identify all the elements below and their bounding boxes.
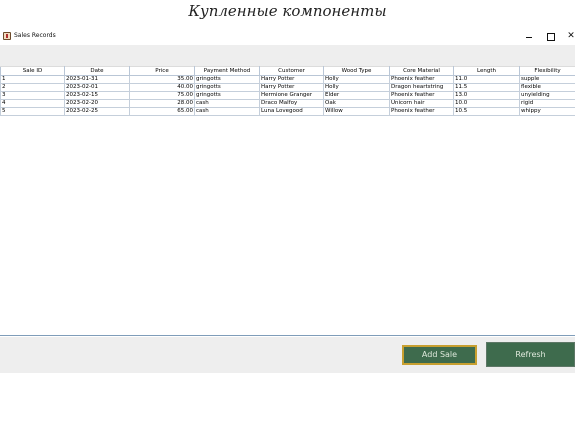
- column-header-length[interactable]: Length: [453, 66, 520, 76]
- cell-core-material[interactable]: Phoenix feather: [389, 107, 454, 116]
- cell-wood-type[interactable]: Elder: [323, 91, 390, 100]
- cell-length[interactable]: 10.5: [453, 107, 520, 116]
- cell-payment-method[interactable]: cash: [194, 107, 260, 116]
- table-row[interactable]: 4 2023-02-20 28.00 cash Draco Malfoy Oak…: [0, 99, 575, 108]
- cell-length[interactable]: 11.5: [453, 83, 520, 92]
- cell-price[interactable]: 75.00: [129, 91, 195, 100]
- window-titlebar[interactable]: Sales Records ✕: [0, 28, 575, 45]
- cell-price[interactable]: 65.00: [129, 107, 195, 116]
- table-row[interactable]: 2 2023-02-01 40.00 gringotts Harry Potte…: [0, 83, 575, 92]
- cell-wood-type[interactable]: Willow: [323, 107, 390, 116]
- cell-sale-id[interactable]: 3: [0, 91, 65, 100]
- page-heading: Купленные компоненты: [188, 2, 387, 20]
- column-header-payment-method[interactable]: Payment Method: [194, 66, 260, 76]
- column-header-core-material[interactable]: Core Material: [389, 66, 454, 76]
- cell-date[interactable]: 2023-02-01: [64, 83, 130, 92]
- column-header-date[interactable]: Date: [64, 66, 130, 76]
- app-icon: [3, 32, 11, 40]
- cell-price[interactable]: 40.00: [129, 83, 195, 92]
- table-row[interactable]: 5 2023-02-25 65.00 cash Luna Lovegood Wi…: [0, 107, 575, 116]
- refresh-button[interactable]: Refresh: [486, 342, 575, 367]
- cell-customer[interactable]: Harry Potter: [259, 75, 324, 84]
- cell-length[interactable]: 10.0: [453, 99, 520, 108]
- cell-price[interactable]: 35.00: [129, 75, 195, 84]
- cell-date[interactable]: 2023-02-25: [64, 107, 130, 116]
- add-sale-button[interactable]: Add Sale: [402, 345, 477, 365]
- cell-customer[interactable]: Hermione Granger: [259, 91, 324, 100]
- cell-payment-method[interactable]: gringotts: [194, 75, 260, 84]
- window-title: Sales Records: [14, 32, 56, 39]
- cell-sale-id[interactable]: 4: [0, 99, 65, 108]
- cell-date[interactable]: 2023-02-20: [64, 99, 130, 108]
- cell-core-material[interactable]: Phoenix feather: [389, 91, 454, 100]
- column-header-wood-type[interactable]: Wood Type: [323, 66, 390, 76]
- cell-payment-method[interactable]: gringotts: [194, 83, 260, 92]
- cell-sale-id[interactable]: 2: [0, 83, 65, 92]
- cell-length[interactable]: 11.0: [453, 75, 520, 84]
- cell-price[interactable]: 28.00: [129, 99, 195, 108]
- cell-flexibility[interactable]: unyielding: [519, 91, 575, 100]
- table-row[interactable]: 1 2023-01-31 35.00 gringotts Harry Potte…: [0, 75, 575, 84]
- sales-table[interactable]: Sale ID Date Price Payment Method Custom…: [0, 66, 575, 116]
- cell-sale-id[interactable]: 5: [0, 107, 65, 116]
- cell-customer[interactable]: Draco Malfoy: [259, 99, 324, 108]
- cell-customer[interactable]: Harry Potter: [259, 83, 324, 92]
- column-header-customer[interactable]: Customer: [259, 66, 324, 76]
- cell-payment-method[interactable]: gringotts: [194, 91, 260, 100]
- cell-flexibility[interactable]: flexible: [519, 83, 575, 92]
- cell-flexibility[interactable]: rigid: [519, 99, 575, 108]
- cell-flexibility[interactable]: whippy: [519, 107, 575, 116]
- cell-core-material[interactable]: Phoenix feather: [389, 75, 454, 84]
- minimize-icon[interactable]: [522, 30, 536, 42]
- column-header-flexibility[interactable]: Flexibility: [519, 66, 575, 76]
- cell-date[interactable]: 2023-01-31: [64, 75, 130, 84]
- sales-records-window: Sales Records ✕ Sale ID Date Price Payme…: [0, 28, 575, 373]
- column-header-sale-id[interactable]: Sale ID: [0, 66, 65, 76]
- button-panel: Add Sale Refresh: [0, 337, 575, 373]
- column-header-price[interactable]: Price: [129, 66, 195, 76]
- table-row[interactable]: 3 2023-02-15 75.00 gringotts Hermione Gr…: [0, 91, 575, 100]
- cell-flexibility[interactable]: supple: [519, 75, 575, 84]
- cell-sale-id[interactable]: 1: [0, 75, 65, 84]
- cell-wood-type[interactable]: Holly: [323, 75, 390, 84]
- maximize-icon[interactable]: [543, 30, 557, 42]
- cell-core-material[interactable]: Unicorn hair: [389, 99, 454, 108]
- cell-wood-type[interactable]: Holly: [323, 83, 390, 92]
- cell-length[interactable]: 13.0: [453, 91, 520, 100]
- cell-core-material[interactable]: Dragon heartstring: [389, 83, 454, 92]
- table-header-row: Sale ID Date Price Payment Method Custom…: [0, 66, 575, 76]
- sales-table-scrollpane[interactable]: Sale ID Date Price Payment Method Custom…: [0, 66, 575, 336]
- cell-date[interactable]: 2023-02-15: [64, 91, 130, 100]
- cell-wood-type[interactable]: Oak: [323, 99, 390, 108]
- cell-payment-method[interactable]: cash: [194, 99, 260, 108]
- cell-customer[interactable]: Luna Lovegood: [259, 107, 324, 116]
- top-panel: [0, 45, 575, 66]
- close-icon[interactable]: ✕: [564, 30, 575, 42]
